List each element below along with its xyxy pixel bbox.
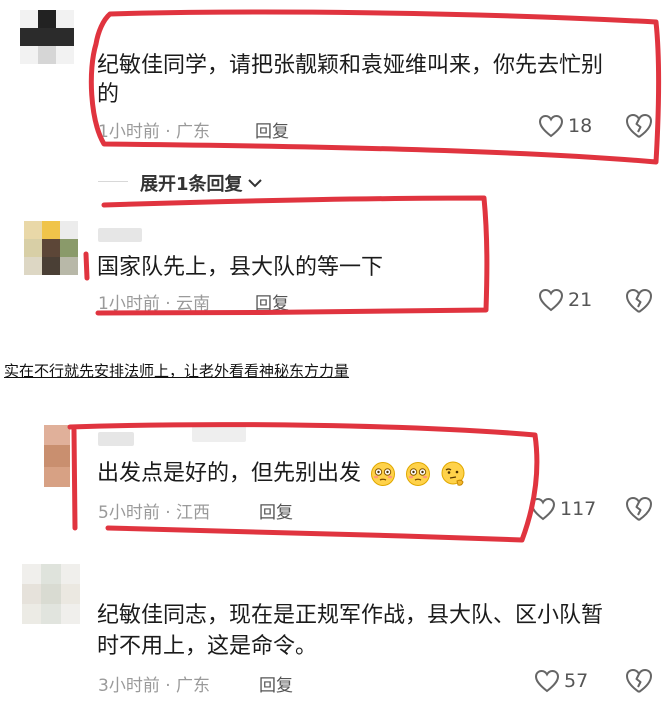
avatar-comment-2[interactable] — [24, 221, 78, 275]
divider — [98, 181, 128, 182]
comment-text-continued: 时不用上，这是命令。 — [97, 634, 318, 659]
comment-text: 纪敏佳同志，现在是正规军作战，县大队、区小队暂 — [97, 603, 604, 628]
flushed-face-emoji — [406, 462, 431, 486]
comment-text: 出发点是好的，但先别出发 — [97, 458, 466, 490]
like-count: 57 — [564, 670, 589, 692]
heart-outline-icon — [534, 669, 560, 693]
like-button[interactable]: 117 — [530, 497, 596, 521]
like-button[interactable]: 21 — [538, 288, 592, 312]
reply-button[interactable]: 回复 — [259, 671, 293, 696]
username-blurred — [98, 228, 142, 242]
reply-button[interactable]: 回复 — [255, 117, 289, 142]
comment-text: 纪敏佳同学，请把张靓颖和袁娅维叫来，你先去忙别 — [97, 53, 604, 78]
username-blurred — [98, 432, 134, 446]
comment-text-body: 出发点是好的，但先别出发 — [97, 461, 362, 486]
avatar-comment-4[interactable] — [22, 564, 80, 624]
broken-heart-icon[interactable] — [624, 287, 654, 315]
like-count: 21 — [568, 289, 593, 311]
overlay-caption: 实在不行就先安排法师上，让老外看看神秘东方力量 — [4, 362, 350, 380]
broken-heart-icon[interactable] — [624, 667, 654, 695]
expand-replies-button[interactable]: 展开1条回复 — [140, 170, 263, 196]
comment-meta: 3小时前 · 广东 — [98, 676, 211, 696]
like-count: 18 — [568, 115, 593, 137]
comment-text-continued: 的 — [97, 82, 120, 107]
broken-heart-icon[interactable] — [624, 112, 654, 140]
avatar-comment-3[interactable] — [44, 425, 70, 487]
comment-meta: 5小时前 · 江西 — [98, 503, 211, 523]
username-blurred — [192, 424, 246, 442]
heart-outline-icon — [530, 497, 556, 521]
like-button[interactable]: 57 — [534, 669, 588, 693]
broken-heart-icon[interactable] — [624, 495, 654, 523]
like-button[interactable]: 18 — [538, 114, 592, 138]
comment-meta: 1小时前 · 广东 — [98, 122, 211, 142]
chevron-down-icon — [247, 179, 262, 188]
thinking-face-emoji — [441, 461, 465, 486]
expand-replies-label: 展开1条回复 — [140, 174, 243, 195]
reply-button[interactable]: 回复 — [259, 498, 293, 523]
heart-outline-icon — [538, 288, 564, 312]
reply-button[interactable]: 回复 — [255, 289, 289, 314]
heart-outline-icon — [538, 114, 564, 138]
flushed-face-emoji — [371, 462, 396, 486]
avatar-comment-1[interactable] — [20, 10, 74, 64]
comment-text: 国家队先上，县大队的等一下 — [97, 255, 384, 280]
like-count: 117 — [560, 498, 597, 520]
comment-meta: 1小时前 · 云南 — [98, 294, 211, 314]
